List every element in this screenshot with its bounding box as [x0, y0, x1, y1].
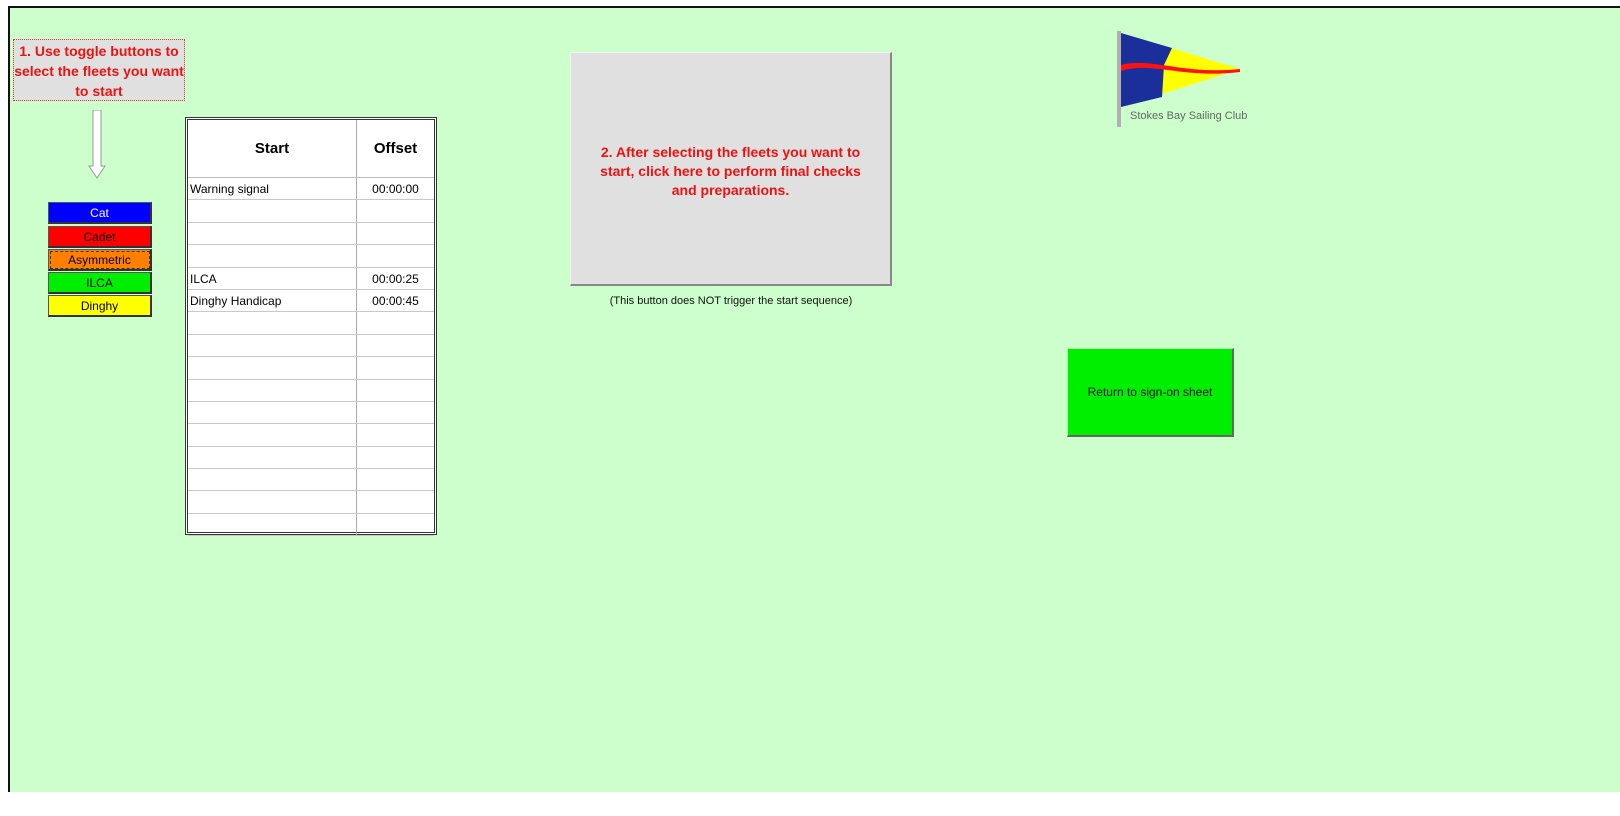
table-row: ILCA 00:00:25 — [188, 267, 434, 290]
table-row — [188, 245, 434, 268]
cell-start[interactable] — [188, 401, 357, 424]
cell-offset[interactable] — [357, 380, 434, 401]
cell-start[interactable]: ILCA — [188, 267, 357, 289]
toggle-ilca[interactable]: ILCA — [48, 272, 152, 294]
cell-offset[interactable] — [357, 357, 434, 378]
cell-start[interactable] — [188, 245, 357, 267]
cell-start[interactable] — [188, 446, 357, 469]
table-header: Start Offset — [188, 120, 434, 178]
cell-start[interactable] — [188, 491, 357, 513]
cell-offset[interactable] — [357, 469, 434, 490]
cell-start[interactable] — [188, 334, 357, 357]
cell-start[interactable] — [188, 469, 357, 491]
cell-offset[interactable]: 00:00:25 — [357, 268, 434, 289]
table-row — [188, 401, 434, 425]
return-to-sign-on-button[interactable]: Return to sign-on sheet — [1067, 348, 1234, 437]
cell-start[interactable] — [188, 357, 357, 379]
start-table: Start Offset Warning signal 00:00:00 ILCA 0… — [185, 117, 437, 537]
cell-offset[interactable] — [357, 335, 434, 356]
table-row — [188, 312, 434, 335]
header-start: Start — [188, 120, 357, 177]
cell-start[interactable] — [188, 424, 357, 446]
down-arrow-icon — [88, 110, 106, 179]
cell-offset[interactable] — [357, 402, 434, 423]
return-button-label: Return to sign-on sheet — [1087, 385, 1213, 399]
cell-offset[interactable]: 00:00:45 — [357, 290, 434, 311]
final-checks-label: 2. After selecting the fleets you want t… — [600, 144, 861, 198]
table-row — [188, 513, 434, 537]
cell-start[interactable]: Warning signal — [188, 178, 357, 200]
cell-start[interactable] — [188, 200, 357, 222]
cell-offset[interactable] — [357, 424, 434, 445]
final-checks-button[interactable]: 2. After selecting the fleets you want t… — [570, 52, 892, 286]
table-row — [188, 379, 434, 402]
cell-offset[interactable] — [357, 245, 434, 266]
cell-offset[interactable] — [357, 447, 434, 468]
instruction-step1: 1. Use toggle buttons to select the flee… — [13, 39, 185, 101]
table-row — [188, 469, 434, 492]
cell-start[interactable] — [188, 379, 357, 401]
club-name: Stokes Bay Sailing Club — [1130, 110, 1248, 122]
cell-start[interactable] — [188, 513, 357, 536]
cell-offset[interactable]: 00:00:00 — [357, 178, 434, 199]
cell-start[interactable]: Dinghy Handicap — [188, 289, 357, 312]
table-row — [188, 491, 434, 514]
toggle-asymmetric[interactable]: Asymmetric — [48, 249, 152, 271]
table-row: Dinghy Handicap 00:00:45 — [188, 289, 434, 313]
cell-offset[interactable] — [357, 491, 434, 512]
cell-offset[interactable] — [357, 312, 434, 333]
table-row — [188, 334, 434, 358]
cell-offset[interactable] — [357, 200, 434, 221]
table-row: Warning signal 00:00:00 — [188, 178, 434, 201]
cell-offset[interactable] — [357, 223, 434, 244]
toggle-cadet[interactable]: Cadet — [48, 226, 152, 248]
header-offset: Offset — [373, 140, 418, 157]
table-row — [188, 424, 434, 447]
table-row — [188, 200, 434, 223]
table-body: Warning signal 00:00:00 ILCA 00:00:25 Dinghy… — [188, 178, 434, 537]
toggle-dinghy[interactable]: Dinghy — [48, 295, 152, 317]
table-row — [188, 222, 434, 246]
toggle-cat[interactable]: Cat — [48, 202, 152, 224]
table-row — [188, 357, 434, 380]
cell-start[interactable] — [188, 312, 357, 334]
table-row — [188, 446, 434, 470]
cell-start[interactable] — [188, 222, 357, 245]
button-note: (This button does NOT trigger the start … — [609, 295, 853, 307]
cell-offset[interactable] — [357, 514, 434, 535]
